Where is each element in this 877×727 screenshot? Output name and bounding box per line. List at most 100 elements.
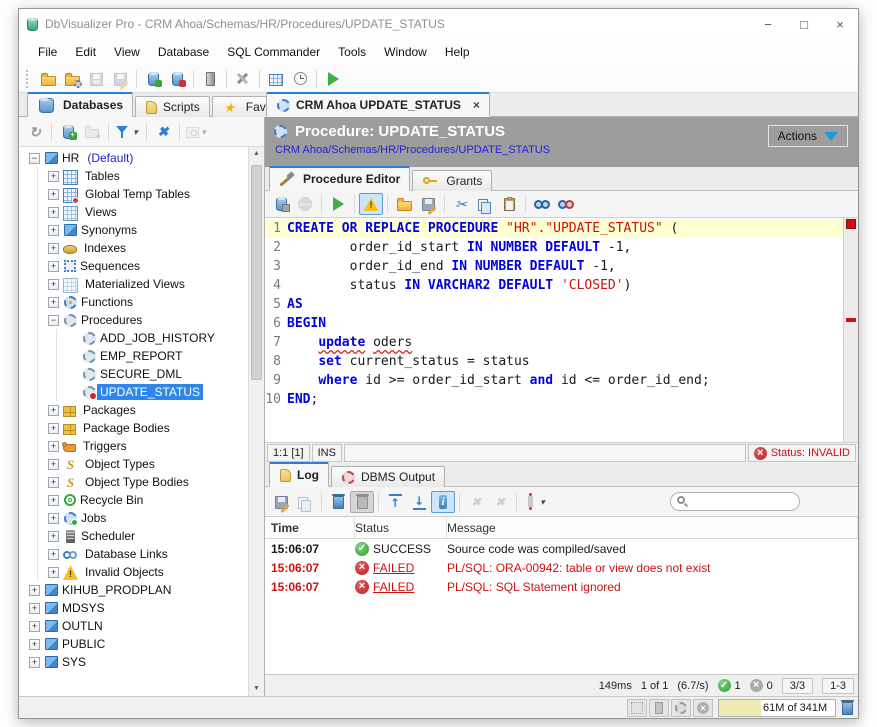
menu-tools[interactable]: Tools (329, 45, 375, 59)
connect-button[interactable] (141, 68, 165, 90)
info-button[interactable] (431, 491, 455, 513)
tab-databases[interactable]: Databases (27, 92, 133, 117)
collapse-all-button[interactable] (151, 121, 175, 143)
menu-database[interactable]: Database (149, 45, 218, 59)
maximize-button[interactable]: □ (786, 9, 822, 39)
refresh-button[interactable] (23, 121, 47, 143)
tree-expander-icon[interactable]: + (48, 189, 59, 200)
folder-open-button[interactable] (36, 68, 60, 90)
save-procedure-button[interactable] (269, 193, 293, 215)
tree-item-tables[interactable]: +Tables (19, 167, 248, 185)
find-button[interactable] (530, 193, 554, 215)
clear-all-button[interactable] (350, 491, 374, 513)
tree-expander-icon[interactable]: + (48, 423, 59, 434)
tree-item-functions[interactable]: +Functions (19, 293, 248, 311)
tree-expander-icon[interactable]: + (29, 585, 40, 596)
dropdown-caret-icon[interactable] (538, 494, 547, 510)
code-line[interactable]: 9 where id >= order_id_start and id <= o… (265, 371, 843, 390)
minimize-button[interactable]: − (750, 9, 786, 39)
tree-item-global-temp-tables[interactable]: +Global Temp Tables (19, 185, 248, 203)
log-search[interactable] (670, 492, 800, 511)
paste-button[interactable] (497, 193, 521, 215)
tree-expander-icon[interactable]: + (48, 261, 59, 272)
scroll-top-button[interactable] (383, 491, 407, 513)
column-time[interactable]: Time (265, 517, 355, 538)
code-line[interactable]: 10END; (265, 390, 843, 409)
garbage-collect-button[interactable] (842, 700, 853, 715)
close-button[interactable]: × (822, 9, 858, 39)
breadcrumb[interactable]: CRM Ahoa/Schemas/HR/Procedures/UPDATE_ST… (275, 144, 850, 156)
code-line[interactable]: 3 order_id_end IN NUMBER DEFAULT -1, (265, 257, 843, 276)
actions-button[interactable]: Actions (768, 125, 848, 147)
clock-button[interactable] (288, 68, 312, 90)
error-marker-icon[interactable] (846, 219, 856, 229)
code-line[interactable]: 4 status IN VARCHAR2 DEFAULT 'CLOSED') (265, 276, 843, 295)
tree-expander-icon[interactable]: + (48, 513, 59, 524)
tree-item-update-status[interactable]: UPDATE_STATUS (19, 383, 248, 401)
tree-expander-icon[interactable]: + (48, 297, 59, 308)
tree-expander-icon[interactable]: + (48, 171, 59, 182)
code-line[interactable]: 8 set current_status = status (265, 352, 843, 371)
scroll-up-icon[interactable]: ▲ (249, 147, 264, 161)
menu-file[interactable]: File (29, 45, 66, 59)
toolbar-grip[interactable] (26, 70, 31, 88)
column-status[interactable]: Status (355, 517, 447, 538)
tab-close-icon[interactable]: × (473, 98, 480, 112)
tree-expander-icon[interactable]: + (48, 477, 59, 488)
export-button[interactable] (269, 491, 293, 513)
grid-button[interactable] (264, 68, 288, 90)
tree-item-jobs[interactable]: +Jobs (19, 509, 248, 527)
code-line[interactable]: 2 order_id_start IN NUMBER DEFAULT -1, (265, 238, 843, 257)
save-as-button[interactable] (416, 193, 440, 215)
scrollbar-thumb[interactable] (251, 165, 262, 380)
tree-item-object-types[interactable]: +Object Types (19, 455, 248, 473)
menu-sql-commander[interactable]: SQL Commander (218, 45, 329, 59)
dropdown-caret-icon[interactable] (131, 124, 140, 140)
tree-expander-icon[interactable]: + (48, 495, 59, 506)
tree-item-public[interactable]: +PUBLIC (19, 635, 248, 653)
tree-expander-icon[interactable]: + (48, 567, 59, 578)
tab-procedure-editor[interactable]: Procedure Editor (269, 166, 410, 191)
search-input[interactable] (692, 496, 799, 508)
database-server-button[interactable] (198, 68, 222, 90)
scroll-bottom-button[interactable] (407, 491, 431, 513)
tab-dbms-output[interactable]: DBMS Output (331, 466, 445, 487)
execute-button[interactable] (326, 193, 350, 215)
tree-item-procedures[interactable]: −Procedures (19, 311, 248, 329)
menu-edit[interactable]: Edit (66, 45, 105, 59)
code-line[interactable]: 6BEGIN (265, 314, 843, 333)
tree-item-triggers[interactable]: +Triggers (19, 437, 248, 455)
tree-expander-icon[interactable]: + (29, 603, 40, 614)
row-height-button[interactable] (521, 491, 549, 513)
log-row[interactable]: 15:06:07SUCCESSSource code was compiled/… (265, 539, 858, 558)
code-line[interactable]: 7 update oders (265, 333, 843, 352)
menu-help[interactable]: Help (436, 45, 479, 59)
code-editor[interactable]: 1CREATE OR REPLACE PROCEDURE "HR"."UPDAT… (265, 218, 858, 443)
tab-crm-ahoa-update-status[interactable]: CRM Ahoa UPDATE_STATUS × (266, 92, 490, 117)
tree-expander-icon[interactable]: + (48, 279, 59, 290)
error-line-marker-icon[interactable] (846, 318, 856, 322)
memory-gauge[interactable]: 61M of 341M (718, 699, 836, 717)
clear-button[interactable] (326, 491, 350, 513)
tree-expander-icon[interactable]: + (48, 225, 59, 236)
tree-expander-icon[interactable]: + (48, 405, 59, 416)
title-bar[interactable]: DbVisualizer Pro - CRM Ahoa/Schemas/HR/P… (19, 9, 858, 39)
tree-item-synonyms[interactable]: +Synonyms (19, 221, 248, 239)
tree-item-package-bodies[interactable]: +Package Bodies (19, 419, 248, 437)
tree-expander-icon[interactable]: + (48, 549, 59, 560)
error-stripe[interactable] (843, 218, 858, 442)
tree-item-packages[interactable]: +Packages (19, 401, 248, 419)
tree-item-indexes[interactable]: +Indexes (19, 239, 248, 257)
tree-item-mdsys[interactable]: +MDSYS (19, 599, 248, 617)
tree-item-invalid-objects[interactable]: +Invalid Objects (19, 563, 248, 581)
tree-expander-icon[interactable]: + (48, 531, 59, 542)
tab-grants[interactable]: Grants (412, 170, 492, 191)
tree-item-sys[interactable]: +SYS (19, 653, 248, 671)
tree-item-recycle-bin[interactable]: +Recycle Bin (19, 491, 248, 509)
code-line[interactable]: 5AS (265, 295, 843, 314)
copy-button[interactable] (473, 193, 497, 215)
tree-expander-icon[interactable]: + (48, 243, 59, 254)
find-replace-button[interactable] (554, 193, 578, 215)
tree-item-hr[interactable]: −HR(Default) (19, 149, 248, 167)
open-button[interactable] (392, 193, 416, 215)
